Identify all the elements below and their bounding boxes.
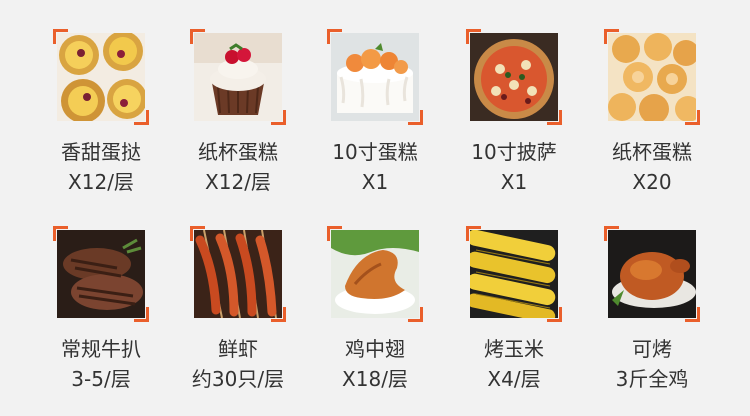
corner-accent: [547, 307, 562, 322]
corner-accent: [466, 29, 481, 44]
corner-accent: [53, 29, 68, 44]
food-item-cupcake: 纸杯蛋糕 X12/层: [168, 29, 308, 195]
food-quantity: 3-5/层: [71, 367, 131, 391]
photo-frame: [327, 29, 423, 125]
corner-accent: [271, 307, 286, 322]
photo-frame: [327, 226, 423, 322]
food-item-shrimp: 鲜虾 约30只/层: [168, 226, 308, 392]
corner-accent: [53, 226, 68, 241]
food-item-roast-chicken: 可烤 3斤全鸡: [582, 226, 722, 392]
food-name: 鲜虾: [218, 337, 258, 361]
food-name: 纸杯蛋糕: [198, 140, 278, 164]
food-name: 10寸蛋糕: [332, 140, 418, 164]
photo-frame: [190, 29, 286, 125]
photo-frame: [604, 226, 700, 322]
corner-accent: [134, 110, 149, 125]
photo-frame: [604, 29, 700, 125]
food-name: 鸡中翅: [345, 337, 405, 361]
food-item-cake: 10寸蛋糕 X1: [305, 29, 445, 195]
food-quantity: X18/层: [342, 367, 408, 391]
food-item-chicken-wing: 鸡中翅 X18/层: [305, 226, 445, 392]
food-name: 10寸披萨: [471, 140, 557, 164]
food-quantity: X12/层: [68, 170, 134, 194]
roast-chicken-photo: [608, 230, 696, 318]
corner-accent: [408, 307, 423, 322]
food-quantity: X20: [632, 170, 672, 194]
food-name: 常规牛扒: [61, 337, 141, 361]
food-item-egg-tart: 香甜蛋挞 X12/层: [31, 29, 171, 195]
food-item-pizza: 10寸披萨 X1: [444, 29, 584, 195]
food-item-corn: 烤玉米 X4/层: [444, 226, 584, 392]
steak-photo: [57, 230, 145, 318]
food-quantity: 约30只/层: [191, 367, 285, 391]
corner-accent: [408, 110, 423, 125]
photo-frame: [53, 29, 149, 125]
food-quantity: 3斤全鸡: [615, 367, 689, 391]
photo-frame: [190, 226, 286, 322]
corner-accent: [685, 307, 700, 322]
photo-frame: [466, 226, 562, 322]
food-quantity: X4/层: [487, 367, 541, 391]
food-capacity-grid: 香甜蛋挞 X12/层 纸杯蛋糕 X12/层 10寸蛋糕 X1 10寸披萨 X1 …: [0, 0, 750, 416]
egg-tart-photo: [57, 33, 145, 121]
photo-frame: [53, 226, 149, 322]
corner-accent: [134, 307, 149, 322]
corner-accent: [327, 226, 342, 241]
food-quantity: X1: [361, 170, 389, 194]
chicken-wing-photo: [331, 230, 419, 318]
food-name: 纸杯蛋糕: [612, 140, 692, 164]
corner-accent: [190, 29, 205, 44]
food-quantity: X12/层: [205, 170, 271, 194]
corner-accent: [466, 226, 481, 241]
corner-accent: [604, 226, 619, 241]
pizza-photo: [470, 33, 558, 121]
food-name: 可烤: [632, 337, 672, 361]
corner-accent: [271, 110, 286, 125]
corner-accent: [604, 29, 619, 44]
shrimp-skewer-photo: [194, 230, 282, 318]
food-name: 香甜蛋挞: [61, 140, 141, 164]
corner-accent: [190, 226, 205, 241]
food-item-cookies: 纸杯蛋糕 X20: [582, 29, 722, 195]
cake-photo: [331, 33, 419, 121]
food-quantity: X1: [500, 170, 528, 194]
photo-frame: [466, 29, 562, 125]
cupcake-photo: [194, 33, 282, 121]
food-item-steak: 常规牛扒 3-5/层: [31, 226, 171, 392]
cookies-photo: [608, 33, 696, 121]
corner-accent: [685, 110, 700, 125]
food-name: 烤玉米: [484, 337, 544, 361]
corner-accent: [547, 110, 562, 125]
corn-photo: [470, 230, 558, 318]
corner-accent: [327, 29, 342, 44]
